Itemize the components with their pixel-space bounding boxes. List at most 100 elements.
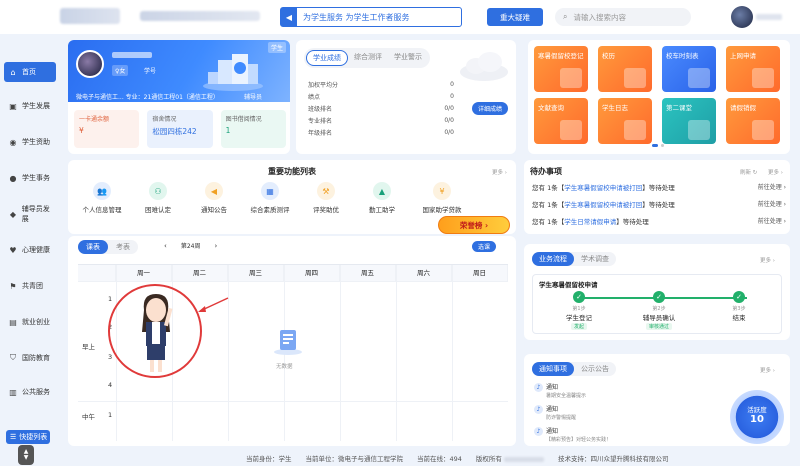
library-info[interactable]: 图书借阅情况 1 [220, 110, 286, 148]
todo-more-link[interactable]: 更多 › [768, 168, 783, 176]
func-evaluation[interactable]: ▦ 综合素质测评 [240, 182, 300, 214]
shortcut-list-button[interactable]: ☰ 快捷列表 [6, 430, 50, 444]
notice-item[interactable]: ♪ 通知 【精彩预告】对轻公务实践！ [534, 426, 611, 443]
period-number: 4 [108, 381, 113, 389]
tab-course[interactable]: 课表 [78, 240, 108, 254]
footer-copyright: 版权所有 [476, 453, 544, 463]
user-avatar[interactable] [731, 6, 753, 28]
campus-card-balance[interactable]: 一卡通余额 ¥ [74, 110, 140, 148]
flow-more-link[interactable]: 更多 › [760, 256, 775, 264]
building-icon: ▥ [9, 387, 17, 397]
sidebar-item-development[interactable]: ▣ 学生发展 [4, 96, 56, 116]
day-head: 周六 [396, 265, 452, 281]
grade-row: 年级排名 0/0 [308, 128, 454, 137]
briefcase-icon: ▤ [9, 317, 17, 327]
bag-icon: ▣ [9, 101, 17, 111]
func-awards[interactable]: ⚒ 评奖助优 [296, 182, 356, 214]
tile-school-calendar[interactable]: 校历 [598, 46, 652, 92]
carousel-dots[interactable] [652, 144, 664, 147]
tile-holiday-stay[interactable]: 寒暑假留校登记 [534, 46, 588, 92]
avatar [76, 50, 104, 78]
grades-card: 学业成绩 综合测评 学业警示 加权平均分 0 绩点 0 班级排名 0/0 专业排名 0/… [296, 40, 516, 154]
search-input[interactable]: ⌕ 请输入搜索内容 [555, 8, 691, 26]
tab-comprehensive[interactable]: 综合测评 [348, 50, 388, 66]
next-week-icon[interactable]: › [214, 242, 217, 250]
func-notices[interactable]: ◀ 通知公告 [184, 182, 244, 214]
tab-exam[interactable]: 考表 [108, 240, 138, 254]
profile-banner: ♀女 学号 学生 微电子与通信工... 专业：21通信工程01（通信工程） 辅导… [68, 40, 290, 102]
notice-item[interactable]: ♪ 通知 防诈警惕提醒 [534, 404, 576, 421]
sidebar-item-counselor[interactable]: ◆ 辅导员发展 [4, 204, 56, 224]
student-name [112, 52, 152, 58]
dorm-info[interactable]: 宿舍情况 松园四栋242 [147, 110, 213, 148]
notices-more-link[interactable]: 更多 › [760, 366, 775, 374]
tab-notices[interactable]: 通知事项 [532, 362, 574, 376]
todo-refresh[interactable]: 刷新 ↻ [740, 168, 757, 176]
tile-literature[interactable]: 文献查询 [534, 98, 588, 144]
scroll-control[interactable]: ▲ ▼ [18, 445, 34, 465]
flow-tabs: 业务流程 学术调查 [532, 252, 616, 266]
sidebar-item-public[interactable]: ▥ 公共服务 [4, 382, 56, 402]
tile-second-class[interactable]: 第二课堂 [662, 98, 716, 144]
major-issue-button[interactable]: 重大疑难 [487, 8, 543, 26]
func-loan[interactable]: ¥ 国家助学贷款 [412, 182, 472, 214]
day-head: 周四 [284, 265, 340, 281]
board-icon [688, 120, 710, 140]
week-navigator: ‹ 第24周 › [164, 241, 217, 251]
tab-announcements[interactable]: 公示公告 [574, 362, 616, 376]
tile-leave[interactable]: 请假销假 [726, 98, 780, 144]
tile-internet-apply[interactable]: 上网申请 [726, 46, 780, 92]
grade-rows: 加权平均分 0 绩点 0 班级排名 0/0 专业排名 0/0 年级排名 0/0 [308, 78, 454, 138]
tab-business-flow[interactable]: 业务流程 [532, 252, 574, 266]
period-number: 3 [108, 353, 113, 361]
todo-item[interactable]: 您有 1条【学生寒暑假留校申请被打回】等待处理 前往处理 › [532, 182, 786, 192]
func-work-study[interactable]: ▲ 勤工助学 [352, 182, 412, 214]
flow-name: 学生寒暑假留校申请 [539, 281, 598, 289]
student-mascot-illustration [142, 294, 173, 372]
activity-badge[interactable]: 活跃度 10 [730, 390, 784, 444]
cloud-illustration [460, 52, 508, 81]
detail-grades-button[interactable]: 详细成绩 [472, 102, 509, 115]
document-icon [752, 120, 774, 140]
shield-icon: ⛉ [10, 353, 16, 362]
flag-icon: ⚑ [9, 281, 17, 291]
sidebar-item-defense[interactable]: ⛉ 国防教育 [4, 348, 56, 368]
calendar-icon [624, 68, 646, 88]
timetable-tabs: 课表 考表 [78, 240, 138, 254]
tab-academic-survey[interactable]: 学术调查 [574, 252, 616, 266]
flow-box[interactable]: 学生寒暑假留校申请 ✓ 第1步 学生登记 发起 ✓ 第2步 辅导员确认 审核通过 ✓ 第3步结… [532, 274, 782, 334]
calendar-icon [560, 68, 582, 88]
sex-badge: ♀女 [112, 65, 129, 76]
book-icon [560, 120, 582, 140]
functions-more-link[interactable]: 更多 › [492, 168, 507, 176]
honor-board-banner[interactable]: 荣誉榜 › [438, 216, 510, 234]
diary-icon [624, 120, 646, 140]
sidebar-item-home[interactable]: ⌂ 首页 [4, 62, 56, 82]
todo-item[interactable]: 您有 1条【学生日常请假申请】等待处理 前往处理 › [532, 216, 786, 226]
tile-bus-schedule[interactable]: 校车时刻表 [662, 46, 716, 92]
notice-item[interactable]: ♪ 通知 暑期安全温馨提示 [534, 382, 586, 399]
todo-item[interactable]: 您有 1条【学生寒暑假留校申请被打回】等待处理 前往处理 › [532, 199, 786, 209]
sidebar-item-league[interactable]: ⚑ 共青团 [4, 276, 56, 296]
sidebar-item-affairs[interactable]: ● 学生事务 [4, 168, 56, 188]
sidebar-item-mental[interactable]: ♥ 心理健康 [4, 240, 56, 260]
func-personal-info[interactable]: 👥 个人信息管理 [72, 182, 132, 214]
tile-student-log[interactable]: 学生日志 [598, 98, 652, 144]
network-icon [752, 68, 774, 88]
tab-warning[interactable]: 学业警示 [388, 50, 428, 66]
todo-title: 待办事项 [530, 167, 562, 176]
sidebar-item-employment[interactable]: ▤ 就业创业 [4, 312, 56, 332]
sidebar-item-aid[interactable]: ◉ 学生资助 [4, 132, 56, 152]
megaphone-icon: ◀ [205, 182, 223, 200]
grade-row: 专业排名 0/0 [308, 116, 454, 125]
todo-card: 待办事项 刷新 ↻ 更多 › 您有 1条【学生寒暑假留校申请被打回】等待处理 前往… [524, 160, 790, 234]
tab-academic-grades[interactable]: 学业成绩 [306, 50, 348, 66]
excel-icon: ▦ [261, 182, 279, 200]
prev-week-icon[interactable]: ‹ [164, 242, 167, 250]
func-hardship[interactable]: ⚇ 困难认定 [128, 182, 188, 214]
user-name[interactable] [756, 14, 782, 20]
select-course-button[interactable]: 选课 [472, 241, 497, 252]
period-number: 1 [108, 411, 113, 419]
users-icon: 👥 [93, 182, 111, 200]
section-morning: 早上 [82, 343, 95, 351]
